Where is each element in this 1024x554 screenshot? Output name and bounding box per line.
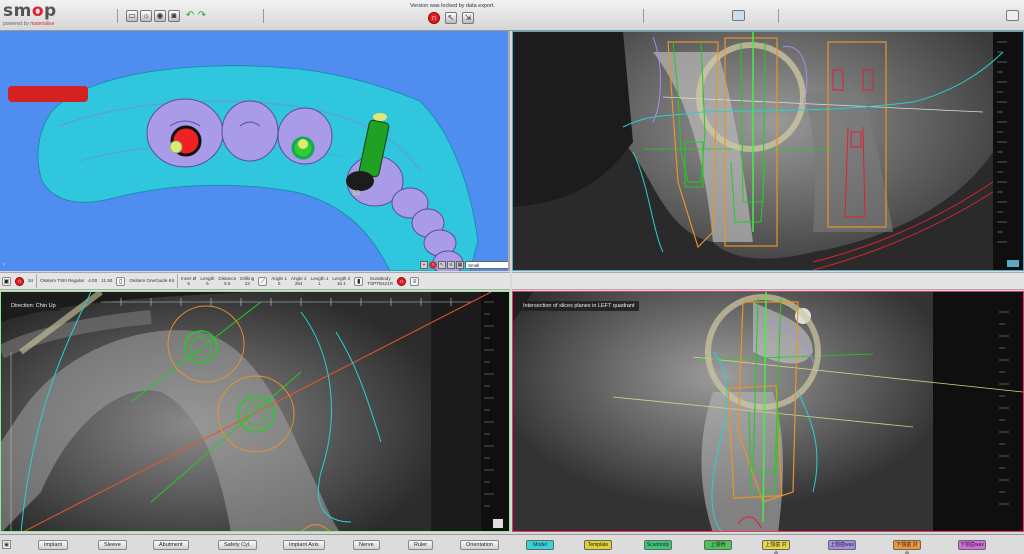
monitor-icon[interactable]: ▭	[126, 10, 138, 22]
camera-icon[interactable]: ◙	[168, 10, 180, 22]
axis-indicator-icon: ▫	[3, 262, 6, 268]
sleeve-distance: Distance 5.5	[218, 275, 237, 286]
redo-icon[interactable]: ↷	[196, 10, 208, 22]
layout-icon[interactable]	[732, 10, 745, 21]
layer-model-button[interactable]: Model	[526, 540, 554, 550]
pointer-icon[interactable]: ↖	[445, 12, 457, 24]
layers-icon[interactable]: ≡	[447, 260, 455, 269]
axial-slice-view[interactable]: Direction: Chin Up	[0, 291, 510, 532]
tooth-crown	[221, 100, 279, 162]
ct-slice-image	[513, 292, 1023, 531]
view-direction-label: Direction: Chin Up	[7, 301, 60, 311]
undo-icon[interactable]: ↶	[184, 10, 196, 22]
toolbar-separator	[778, 9, 779, 23]
layer-lower-opposing-button[interactable]: 下顎歯 対合	[893, 540, 921, 554]
app-logo: smop	[3, 1, 57, 21]
length-1: Length 11	[310, 275, 329, 286]
tooth-number-label: 33	[352, 190, 360, 197]
layer-toggle-bar: ▣ Implant Sleeve Abutment Safety Cyl. Im…	[0, 534, 1024, 554]
cross-section-view[interactable]: Intersection of slices planes in LEFT qu…	[512, 291, 1024, 532]
ct-slice-image	[1, 292, 509, 531]
sleeve-length: Length 5	[200, 275, 215, 286]
angle-1: Angle 10	[271, 275, 287, 286]
lock-icon[interactable]: ∩	[15, 276, 24, 286]
info-bar-right	[512, 272, 1024, 290]
toolbar-separator	[263, 9, 264, 23]
3d-scene: 33	[8, 65, 479, 271]
guide-kit[interactable]: Osstem OneGuide Kit	[127, 278, 176, 283]
toggle-abutment-button[interactable]: Abutment	[153, 540, 189, 550]
toggle-implant-button[interactable]: Implant	[38, 540, 69, 550]
scanbody-icon[interactable]: ▮	[354, 276, 364, 286]
lock-icon[interactable]: ∩	[397, 276, 407, 286]
view-intersection-label: Intersection of slices planes in LEFT qu…	[519, 301, 639, 311]
app-tagline: powered by materialise	[3, 21, 55, 27]
pointer-icon[interactable]: ↖	[438, 260, 446, 269]
layer-lower-wax-button[interactable]: 下顎歯wax	[958, 540, 986, 550]
implant-info-bar: ▣ ∩ 34 Osstem TSIII Regular 4.00 11.50 ▯…	[0, 272, 510, 290]
lock-message: Version was locked by data export.	[410, 3, 495, 9]
3d-view-controls: ▪ ∩ ↖ ≡ ▦ Small	[420, 260, 508, 269]
drilling-depth: Drilling 22	[240, 275, 255, 286]
angle-icon[interactable]: ⟋	[258, 276, 268, 286]
view-maximize-icon[interactable]	[1007, 260, 1019, 267]
maximize-icon[interactable]	[1006, 10, 1019, 21]
angle-2: Angle 2 264	[290, 275, 307, 286]
implant-diameter: 4.00	[88, 278, 98, 284]
toolbar-separator	[643, 9, 644, 23]
lock-icon[interactable]: ▪	[420, 260, 428, 269]
layer-maxilla-bone-button[interactable]: 上顎骨	[704, 540, 732, 550]
export-icon[interactable]: ⇲	[462, 12, 474, 24]
scanbody: ScanBody TSPTB421R	[367, 275, 394, 286]
lock-icon[interactable]: ∩	[428, 12, 440, 24]
view-maximize-icon[interactable]	[493, 519, 503, 528]
inner-diameter: Inner Ø5	[181, 275, 197, 286]
toggle-sleeve-button[interactable]: Sleeve	[98, 540, 127, 550]
size-dropdown[interactable]: Small	[465, 260, 508, 269]
camera-icon[interactable]: ◉	[154, 10, 166, 22]
settings-icon[interactable]: ▣	[2, 276, 11, 286]
top-toolbar: smop powered by materialise ▭ ☼ ◉ ◙ ↶ ↷ …	[0, 0, 1024, 31]
bulb-icon[interactable]: ☼	[140, 10, 152, 22]
ct-slice-image	[513, 32, 1023, 270]
layer-upper-opposing-button[interactable]: 上顎歯 対合	[762, 540, 790, 554]
toggle-ruler-button[interactable]: Ruler	[408, 540, 434, 550]
3d-model-view[interactable]: 33 ▫ ▪ ∩ ↖ ≡ ▦ Small	[0, 31, 510, 271]
sleeve-marker	[298, 139, 308, 149]
length-2: Length 2 15.1	[332, 275, 351, 286]
sleeve-marker	[169, 140, 183, 154]
layer-scanbody-button[interactable]: Scanbody	[644, 540, 672, 550]
lock-icon[interactable]: ∩	[429, 260, 437, 269]
implant-rod	[8, 86, 88, 102]
sleeve-top	[373, 113, 387, 121]
toggle-implant-axis-button[interactable]: Implant Axis	[283, 540, 325, 550]
toggle-safety-cylinder-button[interactable]: Safety Cyl.	[218, 540, 257, 550]
layer-upper-wax-button[interactable]: 上顎歯wax	[828, 540, 856, 550]
layer-template-button[interactable]: Template	[584, 540, 612, 550]
settings-icon[interactable]: ▣	[2, 540, 11, 549]
sleeve-icon[interactable]: ▯	[116, 276, 126, 286]
sleeve-base	[346, 171, 374, 191]
tooth-number: 34	[28, 278, 34, 284]
panoramic-slice-view[interactable]	[512, 31, 1024, 271]
toggle-nerve-button[interactable]: Nerve	[353, 540, 380, 550]
implant-name[interactable]: Osstem TSIII Regular	[38, 278, 86, 283]
toggle-orientation-button[interactable]: Orientation	[460, 540, 499, 550]
list-icon[interactable]: ≡	[410, 276, 420, 286]
implant-length: 11.50	[101, 278, 113, 284]
toolbar-separator	[117, 9, 118, 23]
grid-icon[interactable]: ▦	[456, 260, 464, 269]
